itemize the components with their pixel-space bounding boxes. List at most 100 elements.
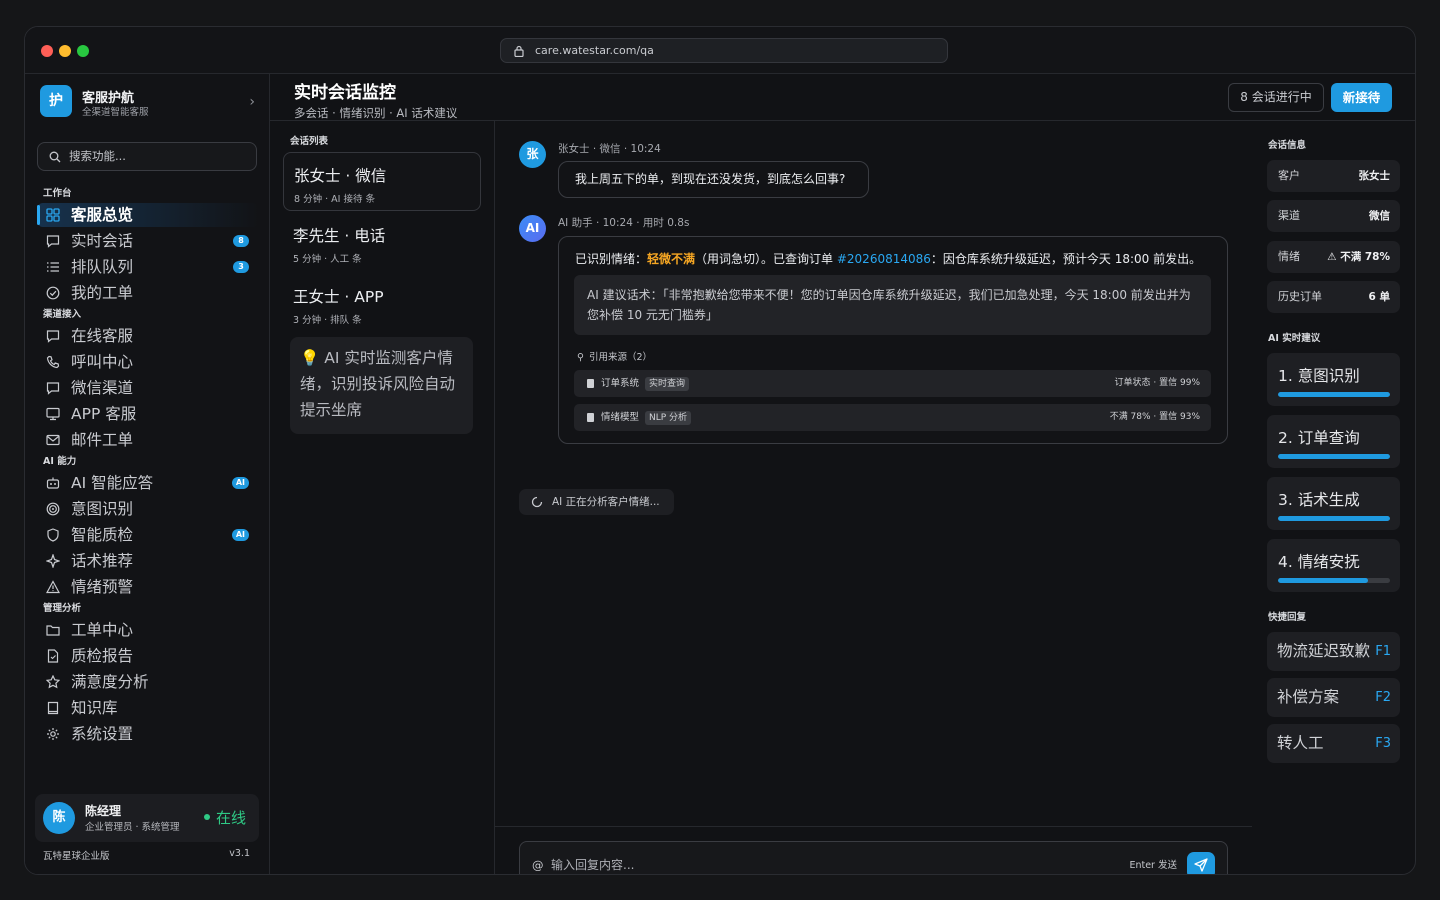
conversation-meta: 5 分钟 · 人工 条 [293,254,362,265]
sidebar-item-ticket-center[interactable]: 工单中心 [37,618,259,642]
page-title: 实时会话监控 [294,83,396,103]
target-icon [46,502,60,516]
message-text: 我上周五下的单，到现在还没发货，到底怎么回事? [575,172,846,186]
progress-fill [1278,516,1390,521]
conversation-list-title: 会话列表 [290,136,329,147]
brand-logo: 护 [40,85,72,117]
sidebar-item-online-service[interactable]: 在线客服 [37,324,259,348]
section-ai: AI 能力 [43,456,77,467]
sidebar-item-wechat[interactable]: 微信渠道 [37,376,259,400]
analysis-prefix: 已识别情绪： [575,252,648,266]
suggestion-step[interactable]: 4. 情绪安抚 [1267,539,1400,592]
progress-bar [1278,392,1390,397]
sidebar-item-label: 在线客服 [71,327,134,345]
sidebar-item-email[interactable]: 邮件工单 [37,428,259,452]
sidebar-item-queue[interactable]: 排队队列 3 [37,255,259,279]
close-window-button[interactable] [41,45,53,57]
suggestion-step[interactable]: 2. 订单查询 [1267,415,1400,468]
conversation-list: 会话列表 张女士 · 微信 8 分钟 · AI 接待 条 李先生 · 电话 5 … [270,121,495,874]
citation-item[interactable]: 情绪模型 NLP 分析 不满 78% · 置信 93% [574,404,1211,431]
sidebar-item-qa-report[interactable]: 质检报告 [37,644,259,668]
conversation-item[interactable]: 王女士 · APP 3 分钟 · 排队 条 [283,274,481,333]
sidebar-item-settings[interactable]: 系统设置 [37,722,259,746]
right-panel: 会话信息 客户 张女士 渠道 微信 情绪 ⚠ 不满 78% 历史订单 6 单 AI 实时… [1252,121,1415,874]
search-input[interactable]: 搜索功能... [37,142,257,171]
version-label: v3.1 [229,848,250,859]
conversation-item[interactable]: 李先生 · 电话 5 分钟 · 人工 条 [283,213,481,272]
sidebar-item-intent[interactable]: 意图识别 [37,497,259,521]
quick-reply-button[interactable]: 补偿方案 F2 [1267,678,1400,717]
sidebar-item-live-chat[interactable]: 实时会话 8 [37,229,259,253]
sidebar-item-my-tickets[interactable]: 我的工单 [37,281,259,305]
brand-switcher[interactable]: 护 客服护航 全渠道智能客服 › [40,85,255,119]
analysis-suffix: ：因仓库系统升级延迟，预计今天 18:00 前发出。 [930,252,1202,266]
ai-analysis-line: 已识别情绪：轻微不满（用词急切）。已查询订单 #20260814086：因仓库系… [575,250,1201,267]
emotion-label: 轻微不满 [647,252,696,266]
user-card[interactable]: 陈 陈经理 企业管理员 · 系统管理 在线 [35,794,259,842]
sidebar-item-knowledge[interactable]: 知识库 [37,696,259,720]
citation-result: 不满 78% · 置信 93% [1109,412,1200,422]
send-hint: Enter 发送 [1129,860,1177,871]
quick-reply-label: 补偿方案 [1277,688,1340,706]
star-icon [46,675,60,689]
citations-title: ⚲ 引用来源（2） [577,349,652,363]
url-bar[interactable]: care.watestar.com/qa [500,38,948,63]
sidebar-item-call-center[interactable]: 呼叫中心 [37,350,259,374]
analyzing-indicator: AI 正在分析客户情绪... [519,489,674,515]
sidebar-item-overview[interactable]: 客服总览 [37,203,259,227]
progress-bar [1278,516,1390,521]
active-sessions-button[interactable]: 8 会话进行中 [1228,83,1324,112]
reply-input[interactable]: @ 输入回复内容... Enter 发送 [519,841,1228,874]
sidebar-item-emotion-alert[interactable]: 情绪预警 [37,575,259,599]
sidebar-item-label: 系统设置 [71,725,134,743]
progress-fill [1278,578,1368,583]
sidebar-item-label: 客服总览 [71,206,134,224]
sidebar-item-label: 我的工单 [71,284,134,302]
info-value: 6 单 [1368,291,1390,303]
book-icon [47,701,59,715]
sidebar: 护 客服护航 全渠道智能客服 › 搜索功能... 工作台 客服总览 实时会话 8… [25,74,270,874]
sidebar-item-ai-reply[interactable]: AI 智能应答 AI [37,471,259,495]
document-icon [587,379,594,388]
warning-icon [46,580,60,594]
sidebar-item-label: 质检报告 [71,647,134,665]
minimize-window-button[interactable] [59,45,71,57]
sidebar-item-script-recommend[interactable]: 话术推荐 [37,549,259,573]
count-badge: 3 [233,261,249,273]
new-reception-button[interactable]: 新接待 [1331,83,1392,112]
info-value: ⚠ 不满 78% [1327,251,1390,263]
sidebar-item-satisfaction[interactable]: 满意度分析 [37,670,259,694]
sidebar-item-quality[interactable]: 智能质检 AI [37,523,259,547]
shortcut-key: F1 [1375,644,1391,659]
reply-placeholder: 输入回复内容... [551,858,635,872]
send-button[interactable] [1187,852,1215,874]
conversation-item[interactable]: 张女士 · 微信 8 分钟 · AI 接待 条 [283,152,481,211]
suggestion-step[interactable]: 3. 话术生成 [1267,477,1400,530]
suggestion-step[interactable]: 1. 意图识别 [1267,353,1400,406]
folder-icon [46,625,60,636]
sidebar-item-label: 满意度分析 [71,673,149,691]
search-placeholder: 搜索功能... [69,149,126,163]
sidebar-item-label: APP 客服 [71,405,137,423]
conversation-meta: 8 分钟 · AI 接待 条 [294,194,375,205]
progress-bar [1278,454,1390,459]
maximize-window-button[interactable] [77,45,89,57]
search-icon [49,151,61,163]
chat-icon [46,235,60,248]
sidebar-item-label: 话术推荐 [71,552,134,570]
quick-reply-button[interactable]: 物流延迟致歉 F1 [1267,632,1400,671]
mention-icon[interactable]: @ [532,842,544,874]
mail-icon [46,434,60,446]
sidebar-item-app-service[interactable]: APP 客服 [37,402,259,426]
info-row: 客户 张女士 [1267,160,1400,192]
conversation-name: 李先生 · 电话 [293,227,386,245]
sidebar-item-label: 意图识别 [71,500,134,518]
info-row: 渠道 微信 [1267,200,1400,232]
ai-message: 已识别情绪：轻微不满（用词急切）。已查询订单 #20260814086：因仓库系… [558,236,1228,444]
chevron-right-icon: › [249,94,255,110]
citation-item[interactable]: 订单系统 实时查询 订单状态 · 置信 99% [574,370,1211,397]
quick-reply-button[interactable]: 转人工 F3 [1267,724,1400,763]
sidebar-item-label: 呼叫中心 [71,353,134,371]
order-link[interactable]: #20260814086 [837,252,931,266]
robot-icon [46,477,60,489]
